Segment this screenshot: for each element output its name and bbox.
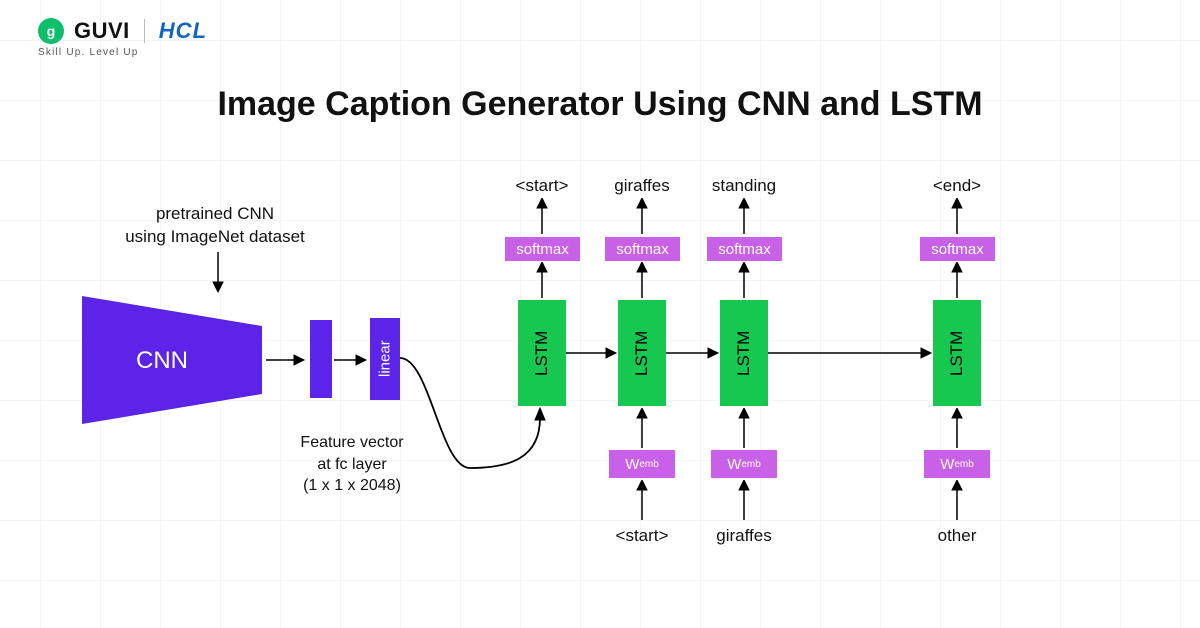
guvi-text: GUVI [74, 18, 130, 44]
label-output-standing: standing [699, 175, 789, 198]
arrow-right-icon [566, 343, 618, 363]
label-output-end: <end> [912, 175, 1002, 198]
tagline: Skill Up. Level Up [38, 47, 207, 58]
wemb-block: Wemb [924, 450, 990, 478]
arrow-up-icon [947, 408, 967, 448]
arrow-up-icon [532, 262, 552, 298]
arrow-right-icon [266, 350, 306, 370]
lstm-block: LSTM [720, 300, 768, 406]
logo-row: g GUVI HCL [38, 18, 207, 44]
softmax-block: softmax [707, 237, 782, 261]
softmax-block: softmax [920, 237, 995, 261]
label-output-start: <start> [497, 175, 587, 198]
arrow-up-icon [734, 198, 754, 234]
hcl-text: HCL [159, 18, 207, 44]
label-pretrained-cnn: pretrained CNN using ImageNet dataset [95, 203, 335, 249]
feature-block [310, 320, 332, 398]
arrow-up-icon [632, 198, 652, 234]
label-input-giraffes: giraffes [699, 525, 789, 548]
lstm-block: LSTM [618, 300, 666, 406]
softmax-block: softmax [605, 237, 680, 261]
label-input-start: <start> [597, 525, 687, 548]
arrow-up-icon [734, 408, 754, 448]
arrow-up-icon [734, 262, 754, 298]
arrow-right-icon [768, 343, 933, 363]
arrow-up-icon [947, 480, 967, 520]
arrow-up-icon [734, 480, 754, 520]
wemb-block: Wemb [711, 450, 777, 478]
page-title: Image Caption Generator Using CNN and LS… [0, 85, 1200, 124]
arrow-down-icon [208, 252, 228, 294]
logo-divider [144, 19, 145, 43]
cnn-block: CNN [82, 296, 262, 424]
guvi-badge: g [38, 18, 64, 44]
softmax-block: softmax [505, 237, 580, 261]
label-output-giraffes: giraffes [597, 175, 687, 198]
label-input-other: other [912, 525, 1002, 548]
arrow-up-icon [947, 198, 967, 234]
arrow-up-icon [532, 198, 552, 234]
arrow-right-icon [666, 343, 720, 363]
arrow-up-icon [632, 262, 652, 298]
svg-text:CNN: CNN [136, 347, 188, 374]
lstm-block: LSTM [518, 300, 566, 406]
arrow-up-icon [632, 480, 652, 520]
wemb-block: Wemb [609, 450, 675, 478]
brand-logo: g GUVI HCL Skill Up. Level Up [38, 18, 207, 58]
arrow-right-icon [334, 350, 368, 370]
arrow-up-icon [947, 262, 967, 298]
arrow-up-icon [632, 408, 652, 448]
linear-block: linear [370, 318, 400, 400]
lstm-block: LSTM [933, 300, 981, 406]
